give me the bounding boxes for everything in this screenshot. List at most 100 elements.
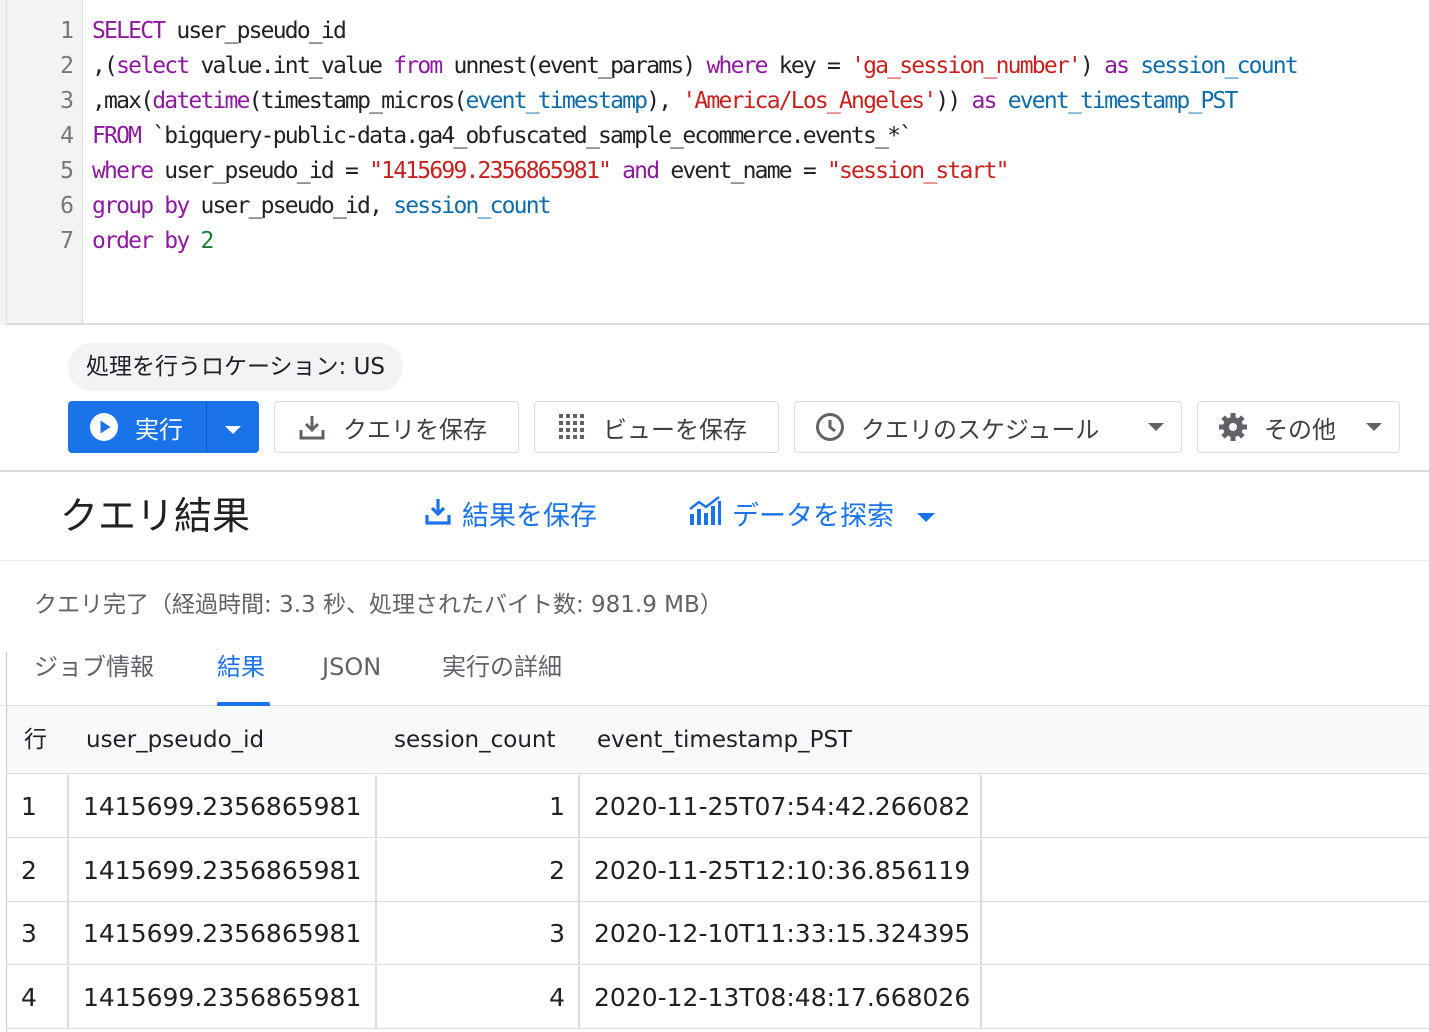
line-number: 1 (60, 18, 74, 44)
session-count-cell[interactable]: 4 (377, 966, 565, 1029)
clock-icon (815, 412, 845, 442)
code-token: "1415699.2356865981" (369, 158, 612, 184)
column-header-user-pseudo-id[interactable]: user_pseudo_id (86, 706, 264, 774)
line-number: 6 (60, 193, 74, 219)
code-token: key = (766, 53, 852, 79)
line-number: 5 (60, 158, 74, 184)
more-button[interactable]: その他 (1197, 401, 1400, 453)
tab-execution-details[interactable]: 実行の詳細 (442, 644, 562, 704)
caret-down-icon (1365, 422, 1383, 432)
code-token: group by (92, 193, 190, 219)
table-header: 行 user_pseudo_id session_count event_tim… (7, 706, 1429, 774)
query-status: クエリ完了（経過時間: 3.3 秒、処理されたバイト数: 981.9 MB） (34, 592, 723, 618)
user-pseudo-id-cell[interactable]: 1415699.2356865981 (83, 902, 361, 965)
session-count-cell[interactable]: 1 (377, 775, 565, 838)
caret-down-icon (916, 512, 936, 523)
code-line[interactable]: order by 2 (92, 224, 1422, 259)
code-token: ,( (92, 53, 118, 79)
run-options-dropdown[interactable] (207, 402, 258, 452)
code-token: where (92, 158, 154, 184)
grid-dots-icon (557, 412, 587, 442)
table-row[interactable]: 2 1415699.2356865981 2 2020-11-25T12:10:36.… (7, 838, 1429, 902)
line-number: 2 (60, 53, 74, 79)
user-pseudo-id-cell[interactable]: 1415699.2356865981 (83, 839, 361, 902)
table-row[interactable]: 1 1415699.2356865981 1 2020-11-25T07:54:42.… (7, 775, 1429, 838)
event-timestamp-cell[interactable]: 2020-12-13T08:48:17.668026 (594, 966, 970, 1029)
code-token: user_pseudo_id (164, 18, 346, 44)
results-header-divider (0, 560, 1429, 561)
code-token: FROM (92, 123, 142, 149)
code-line[interactable]: where user_pseudo_id = "1415699.23568659… (92, 154, 1422, 189)
code-token: `bigquery-public-data.ga4_obfuscated_sam… (140, 123, 913, 149)
editor-left-strip (0, 0, 7, 325)
session-count-cell[interactable]: 3 (377, 902, 565, 965)
code-token: from (393, 53, 443, 79)
code-token: (timestamp_micros( (248, 88, 468, 114)
line-number: 7 (60, 228, 74, 254)
explore-data-label: データを探索 (732, 501, 894, 532)
explore-data-button[interactable]: データを探索 (688, 496, 936, 538)
location-chip[interactable]: 処理を行うロケーション: US (68, 343, 404, 391)
event-timestamp-cell[interactable]: 2020-11-25T12:10:36.856119 (594, 839, 970, 902)
event-timestamp-cell[interactable]: 2020-11-25T07:54:42.266082 (594, 775, 970, 838)
column-separator (578, 775, 580, 838)
code-token: where (706, 53, 768, 79)
save-view-label: ビューを保存 (603, 415, 747, 444)
tab-results[interactable]: 結果 (217, 644, 270, 706)
code-token: 'America/Los_Angeles' (682, 88, 937, 114)
code-token: "session_start" (826, 158, 1010, 184)
column-separator (578, 965, 580, 1029)
code-token: select (116, 53, 190, 79)
table-row[interactable]: 4 1415699.2356865981 4 2020-12-13T08:48:17.… (7, 965, 1429, 1029)
line-number: 3 (60, 88, 74, 114)
column-separator (980, 775, 982, 838)
caret-down-icon (224, 413, 242, 441)
row-number-cell[interactable]: 3 (21, 902, 37, 965)
code-token: as (971, 88, 998, 114)
sql-editor[interactable]: 1 2 3 4 5 6 7 SELECT user_pseudo_id ,(sel… (0, 0, 1429, 325)
column-separator (578, 838, 580, 902)
line-number: 4 (60, 123, 74, 149)
code-line[interactable]: ,max(datetime(timestamp_micros(event_tim… (92, 84, 1422, 119)
code-line[interactable]: ,(select value.int_value from unnest(eve… (92, 49, 1422, 84)
save-results-button[interactable]: 結果を保存 (424, 496, 597, 538)
row-number-cell[interactable]: 1 (21, 775, 37, 838)
code-line[interactable]: SELECT user_pseudo_id (92, 14, 1422, 49)
code-token: as (1104, 53, 1130, 79)
schedule-query-label: クエリのスケジュール (861, 415, 1100, 444)
code-token: ) (1079, 53, 1105, 79)
save-results-label: 結果を保存 (462, 501, 597, 532)
schedule-query-button[interactable]: クエリのスケジュール (794, 401, 1182, 453)
table-row[interactable]: 3 1415699.2356865981 3 2020-12-10T11:33:15.… (7, 902, 1429, 965)
code-token: SELECT (92, 18, 166, 44)
session-count-cell[interactable]: 2 (377, 839, 565, 902)
user-pseudo-id-cell[interactable]: 1415699.2356865981 (83, 966, 361, 1029)
tab-job-info[interactable]: ジョブ情報 (34, 644, 154, 704)
code-token: 'ga_session_number' (851, 53, 1082, 79)
code-token: value.int_value (188, 53, 394, 79)
user-pseudo-id-cell[interactable]: 1415699.2356865981 (83, 775, 361, 838)
run-button-main[interactable]: 実行 (69, 402, 207, 452)
save-view-button[interactable]: ビューを保存 (534, 401, 779, 453)
code-token: datetime (152, 88, 250, 114)
column-header-event-timestamp[interactable]: event_timestamp_PST (597, 706, 852, 774)
code-area[interactable]: SELECT user_pseudo_id ,(select value.int_… (92, 14, 1422, 259)
line-number-gutter: 1 2 3 4 5 6 7 (7, 0, 83, 323)
row-number-cell[interactable]: 2 (21, 839, 37, 902)
play-circle-icon (89, 412, 119, 442)
column-header-session-count[interactable]: session_count (394, 706, 556, 774)
column-separator (67, 838, 69, 902)
run-button[interactable]: 実行 (68, 401, 259, 453)
row-number-cell[interactable]: 4 (21, 966, 37, 1029)
save-query-button[interactable]: クエリを保存 (274, 401, 519, 453)
column-separator (67, 965, 69, 1029)
tab-json[interactable]: JSON (322, 644, 381, 704)
event-timestamp-cell[interactable]: 2020-12-10T11:33:15.324395 (594, 902, 970, 965)
code-line[interactable]: group by user_pseudo_id, session_count (92, 189, 1422, 224)
column-separator (67, 902, 69, 965)
code-line[interactable]: FROM `bigquery-public-data.ga4_obfuscate… (92, 119, 1422, 154)
